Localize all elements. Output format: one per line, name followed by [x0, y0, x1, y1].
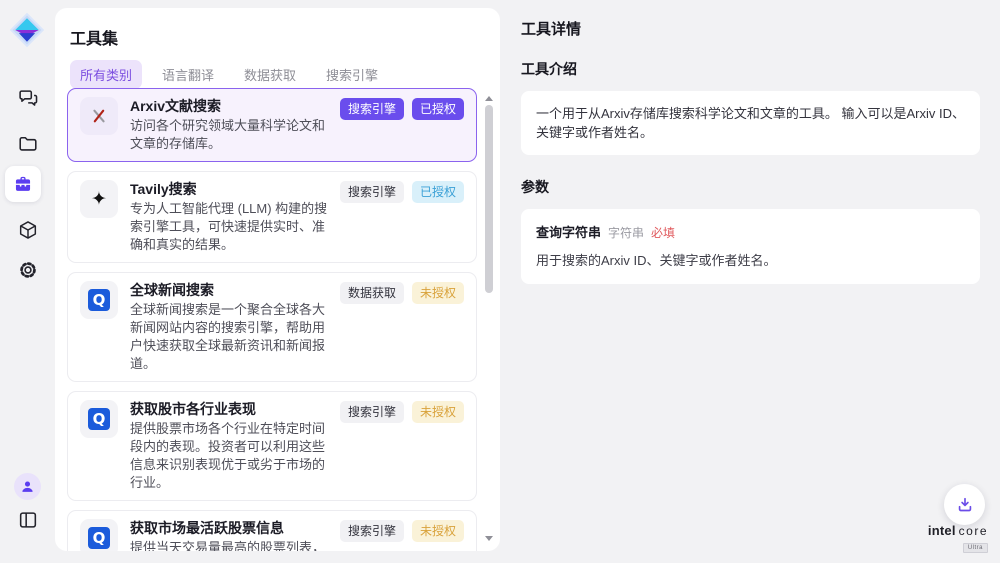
param-desc: 用于搜索的Arxiv ID、关键字或作者姓名。	[536, 250, 965, 269]
tool-title: Tavily搜索	[130, 180, 328, 199]
scrollbar-up-arrow[interactable]	[485, 96, 493, 101]
tool-card-tavily[interactable]: ✦ Tavily搜索 专为人工智能代理 (LLM) 构建的搜索引擎工具，可快速提…	[67, 171, 477, 263]
q-blue-icon: Q	[80, 400, 118, 438]
tool-desc: 全球新闻搜索是一个聚合全球各大新闻网站内容的搜索引擎，帮助用户快速获取全球最新资…	[130, 301, 328, 373]
download-button[interactable]	[944, 484, 985, 525]
tab-search-engine[interactable]: 搜索引擎	[316, 60, 388, 89]
toolset-panel: 工具集 所有类别 语言翻译 数据获取 搜索引擎 Arxiv文献搜索 访问各个研究…	[55, 8, 500, 551]
chat-icon[interactable]	[0, 84, 55, 112]
detail-title: 工具详情	[521, 18, 980, 39]
q-blue-icon: Q	[80, 281, 118, 319]
tool-desc: 提供股票市场各个行业在特定时间段内的表现。投资者可以利用这些信息来识别表现优于或…	[130, 420, 328, 492]
brand-ultra-badge: Ultra	[963, 543, 988, 553]
auth-status-badge: 未授权	[412, 520, 464, 542]
scrollbar-down-arrow[interactable]	[485, 536, 493, 541]
scrollbar-thumb[interactable]	[485, 105, 493, 293]
app-window: 工具集 所有类别 语言翻译 数据获取 搜索引擎 Arxiv文献搜索 访问各个研究…	[0, 0, 1000, 563]
toolbox-icon	[12, 173, 34, 195]
download-icon	[955, 495, 975, 515]
intro-card: 一个用于从Arxiv存储库搜索科学论文和文章的工具。 输入可以是Arxiv ID…	[521, 91, 980, 155]
user-icon[interactable]	[14, 473, 41, 500]
tool-title: 全球新闻搜索	[130, 281, 328, 300]
brand-core-text: core	[959, 525, 988, 537]
tab-data-acquisition[interactable]: 数据获取	[234, 60, 306, 89]
tab-language-translation[interactable]: 语言翻译	[152, 60, 224, 89]
toolbox-icon-active[interactable]	[5, 166, 41, 202]
auth-status-badge: 未授权	[412, 401, 464, 423]
settings-icon[interactable]	[0, 256, 55, 284]
tool-title: Arxiv文献搜索	[130, 97, 328, 116]
tool-desc: 专为人工智能代理 (LLM) 构建的搜索引擎工具，可快速提供实时、准确和真实的结…	[130, 200, 328, 254]
tool-detail-panel: 工具详情 工具介绍 一个用于从Arxiv存储库搜索科学论文和文章的工具。 输入可…	[500, 0, 1000, 563]
arxiv-x-icon	[80, 97, 118, 135]
page-title: 工具集	[70, 25, 118, 49]
tool-card-active-stocks[interactable]: Q 获取市场最活跃股票信息 提供当天交易量最高的股票列表，投资者可以利用这些信息…	[67, 510, 477, 551]
left-rail	[0, 0, 55, 563]
auth-status-badge: 未授权	[412, 282, 464, 304]
cube-icon[interactable]	[0, 216, 55, 244]
category-badge: 搜索引擎	[340, 401, 404, 423]
category-badge: 搜索引擎	[340, 520, 404, 542]
tool-card-arxiv[interactable]: Arxiv文献搜索 访问各个研究领域大量科学论文和文章的存储库。 搜索引擎 已授…	[67, 88, 477, 162]
category-badge: 搜索引擎	[340, 181, 404, 203]
tool-title: 获取市场最活跃股票信息	[130, 519, 328, 538]
tool-list: Arxiv文献搜索 访问各个研究领域大量科学论文和文章的存储库。 搜索引擎 已授…	[67, 88, 477, 551]
category-badge: 搜索引擎	[340, 98, 404, 120]
tool-title: 获取股市各行业表现	[130, 400, 328, 419]
intel-core-logo: intel core Ultra	[922, 524, 988, 553]
param-type: 字符串	[608, 224, 644, 241]
category-tabs: 所有类别 语言翻译 数据获取 搜索引擎	[70, 60, 388, 89]
auth-status-badge: 已授权	[412, 181, 464, 203]
param-name: 查询字符串	[536, 222, 601, 241]
q-blue-icon: Q	[80, 519, 118, 551]
tavily-star-icon: ✦	[80, 180, 118, 218]
auth-status-badge: 已授权	[412, 98, 464, 120]
tab-all-categories[interactable]: 所有类别	[70, 60, 142, 89]
tool-desc: 访问各个研究领域大量科学论文和文章的存储库。	[130, 117, 328, 153]
intro-heading: 工具介绍	[521, 59, 980, 79]
panel-icon[interactable]	[0, 506, 55, 534]
tool-desc: 提供当天交易量最高的股票列表，投资者可以利用这些信息来识别流动性强的股票和潜在的…	[130, 539, 328, 551]
param-required-flag: 必填	[651, 224, 675, 241]
folder-icon[interactable]	[0, 130, 55, 158]
tool-card-sector-performance[interactable]: Q 获取股市各行业表现 提供股票市场各个行业在特定时间段内的表现。投资者可以利用…	[67, 391, 477, 501]
param-card: 查询字符串 字符串 必填 用于搜索的Arxiv ID、关键字或作者姓名。	[521, 209, 980, 284]
tool-card-global-news[interactable]: Q 全球新闻搜索 全球新闻搜索是一个聚合全球各大新闻网站内容的搜索引擎，帮助用户…	[67, 272, 477, 382]
category-badge: 数据获取	[340, 282, 404, 304]
app-logo	[8, 11, 46, 49]
params-heading: 参数	[521, 177, 980, 197]
brand-intel-text: intel	[928, 524, 956, 537]
